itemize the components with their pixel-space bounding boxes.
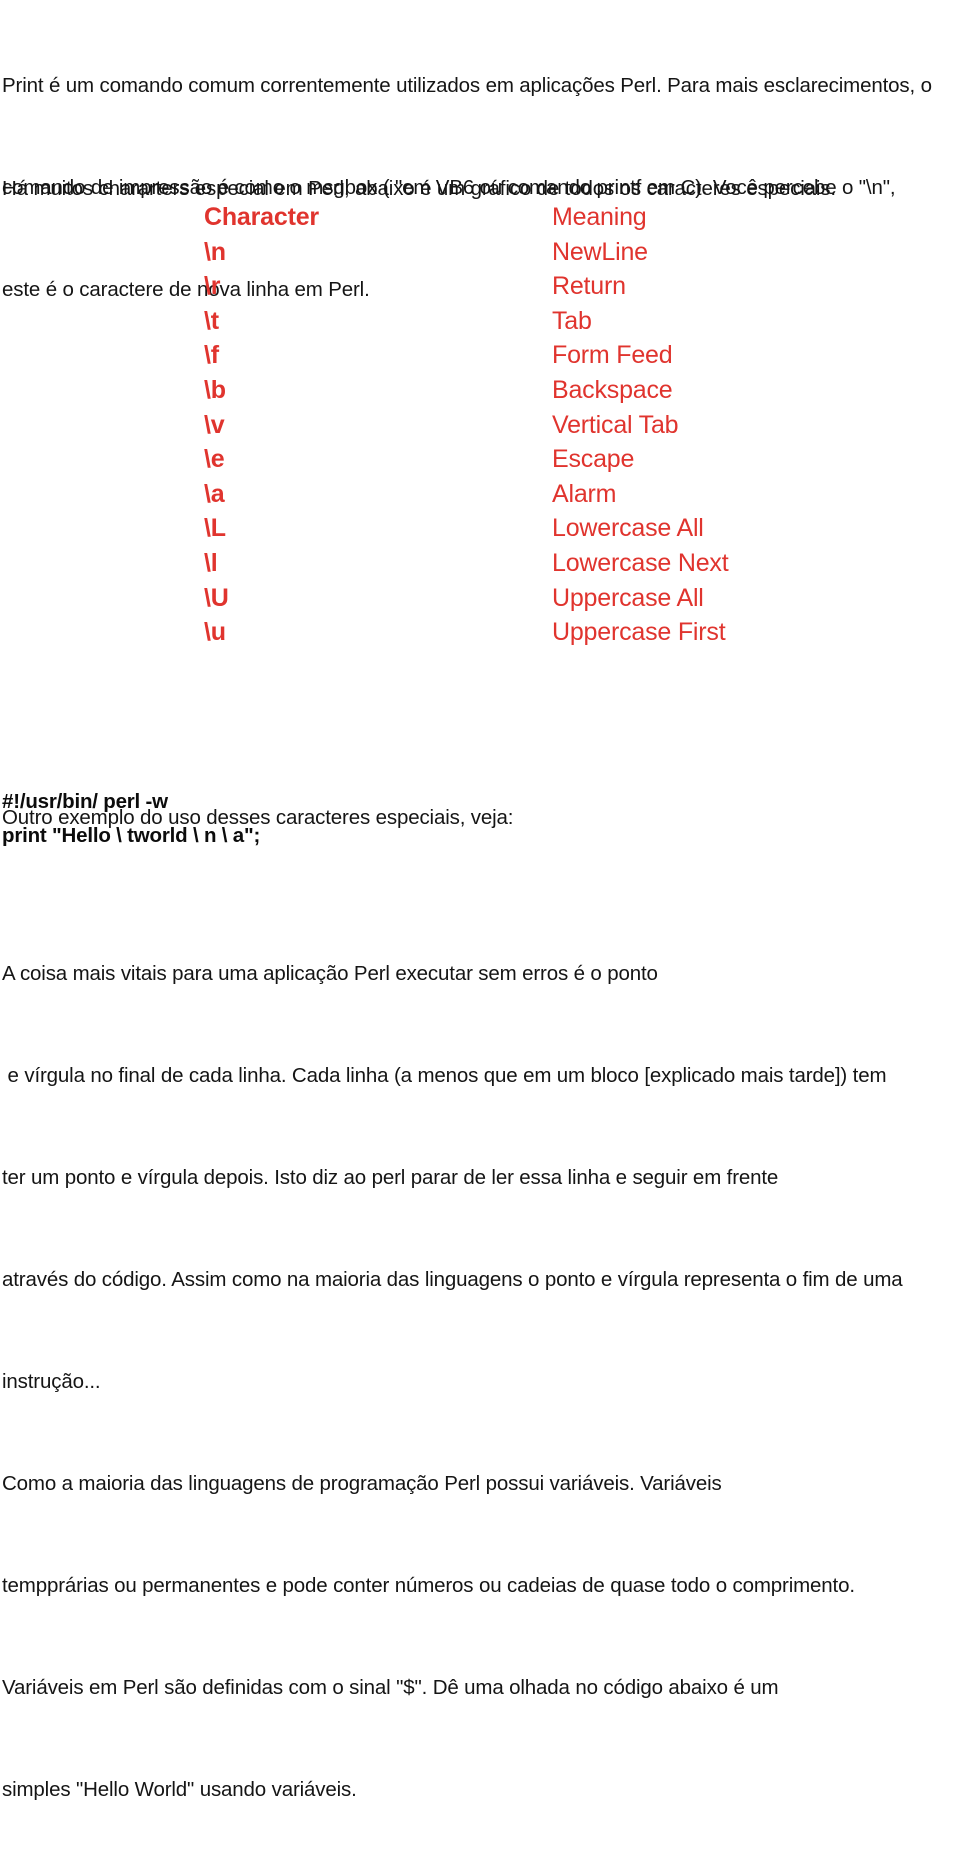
- code-line-shebang: #!/usr/bin/ perl -w: [2, 790, 168, 813]
- cell-meaning: Backspace: [552, 375, 673, 404]
- table-row: \v Vertical Tab: [204, 408, 804, 443]
- table-row: \U Uppercase All: [204, 581, 804, 616]
- table-row: \u Uppercase First: [204, 615, 804, 650]
- cell-character: \e: [204, 445, 225, 474]
- table-header-row: Character Meaning: [204, 200, 804, 235]
- paragraph-line: e vírgula no final de cada linha. Cada l…: [2, 1064, 887, 1087]
- table-row: \L Lowercase All: [204, 511, 804, 546]
- cell-meaning: Return: [552, 272, 626, 301]
- cell-character: \n: [204, 237, 226, 266]
- cell-character: \U: [204, 583, 229, 612]
- perl-code-sample: #!/usr/bin/ perl -w print "Hello \ tworl…: [2, 785, 902, 853]
- cell-character: \b: [204, 375, 226, 404]
- cell-character: \v: [204, 410, 225, 439]
- cell-meaning: Lowercase Next: [552, 548, 729, 577]
- closing-paragraph: A coisa mais vitais para uma aplicação P…: [2, 889, 960, 1875]
- paragraph-line: através do código. Assim como na maioria…: [2, 1268, 903, 1291]
- paragraph-line: ter um ponto e vírgula depois. Isto diz …: [2, 1166, 779, 1189]
- cell-character: \t: [204, 306, 219, 335]
- paragraph-line: tempprárias ou permanentes e pode conter…: [2, 1574, 855, 1597]
- column-header-character: Character: [204, 203, 319, 231]
- table-row: \f Form Feed: [204, 338, 804, 373]
- paragraph-line: Como a maioria das linguagens de program…: [2, 1472, 722, 1495]
- table-row: \b Backspace: [204, 373, 804, 408]
- cell-meaning: Uppercase All: [552, 583, 704, 612]
- cell-meaning: Uppercase First: [552, 618, 726, 647]
- table-row: \r Return: [204, 269, 804, 304]
- paragraph-line: Variáveis em Perl são definidas com o si…: [2, 1676, 779, 1699]
- cell-meaning: Lowercase All: [552, 514, 704, 543]
- cell-character: \l: [204, 548, 218, 577]
- cell-meaning: Tab: [552, 306, 592, 335]
- cell-character: \a: [204, 479, 225, 508]
- table-row: \t Tab: [204, 304, 804, 339]
- cell-meaning: Form Feed: [552, 341, 673, 370]
- table-row: \a Alarm: [204, 477, 804, 512]
- table-row: \e Escape: [204, 442, 804, 477]
- cell-meaning: Escape: [552, 445, 635, 474]
- cell-meaning: Alarm: [552, 479, 617, 508]
- code-line-print: print "Hello \ tworld \ n \ a";: [2, 824, 261, 847]
- paragraph-line: simples "Hello World" usando variáveis.: [2, 1778, 357, 1801]
- table-row: \n NewLine: [204, 235, 804, 270]
- cell-meaning: NewLine: [552, 237, 648, 266]
- document-page: Print é um comando comum correntemente u…: [0, 0, 960, 1801]
- paragraph-line: instrução...: [2, 1370, 101, 1393]
- paragraph-line: Print é um comando comum correntemente u…: [2, 74, 932, 97]
- cell-meaning: Vertical Tab: [552, 410, 679, 439]
- cell-character: \L: [204, 514, 226, 543]
- paragraph-line: A coisa mais vitais para uma aplicação P…: [2, 962, 658, 985]
- special-characters-table: Character Meaning \n NewLine \r Return \…: [204, 200, 804, 650]
- cell-character: \f: [204, 341, 219, 370]
- table-row: \l Lowercase Next: [204, 546, 804, 581]
- cell-character: \r: [204, 272, 221, 301]
- cell-character: \u: [204, 618, 226, 647]
- column-header-meaning: Meaning: [552, 203, 647, 231]
